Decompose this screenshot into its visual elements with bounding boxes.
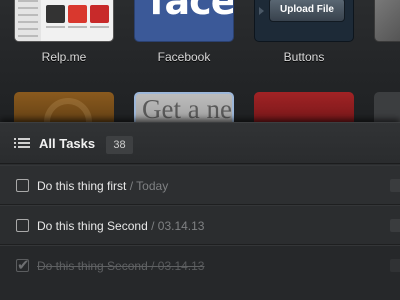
tasks-title: All Tasks: [39, 136, 96, 151]
app-label-facebook: Facebook: [157, 50, 211, 64]
task-row[interactable]: Do this thing Second / 03.14.13: [0, 205, 400, 245]
task-date: Today: [136, 179, 169, 193]
task-text: Do this thing first: [37, 179, 127, 193]
checkmark-icon: ✔: [17, 257, 30, 274]
row-edge-button[interactable]: [390, 219, 400, 232]
task-text: Do this thing Second: [37, 259, 148, 273]
task-date: 03.14.13: [157, 259, 205, 273]
app-label-buttons: Buttons: [283, 50, 325, 64]
facebook-logo-text: face: [149, 0, 234, 23]
task-count-badge: 38: [106, 136, 133, 154]
row-edge-button[interactable]: [390, 179, 400, 192]
task-label: Do this thing first / Today: [37, 179, 168, 193]
task-text: Do this thing Second: [37, 219, 148, 233]
row-edge-button[interactable]: [390, 259, 400, 272]
app-label-relp: Relp.me: [41, 50, 87, 64]
app-grid: Relp.me face Facebook Upload File Button…: [0, 0, 400, 132]
task-date: 03.14.13: [157, 219, 205, 233]
relp-thumb: [68, 5, 87, 23]
app-tile-partial[interactable]: [374, 0, 400, 42]
arrow-icon: [259, 7, 264, 15]
task-separator: /: [147, 219, 158, 233]
task-label: Do this thing Second / 03.14.13: [37, 219, 204, 233]
relp-thumb: [46, 5, 65, 23]
tasks-panel: All Tasks 38 Do this thing first / Today…: [0, 122, 400, 300]
relp-sidebar: [15, 0, 41, 41]
app-tile-facebook[interactable]: face: [134, 0, 234, 42]
app-tile-buttons[interactable]: Upload File: [254, 0, 354, 42]
task-separator: /: [126, 179, 137, 193]
tile-headline-text: Get a ne: [142, 94, 232, 124]
task-row[interactable]: Do this thing first / Today: [0, 165, 400, 205]
checkbox-icon[interactable]: [16, 219, 29, 232]
upload-file-button: Upload File: [269, 0, 345, 22]
checkbox-icon[interactable]: [16, 179, 29, 192]
relp-thumb: [90, 5, 109, 23]
tasks-header: All Tasks 38: [0, 123, 400, 164]
task-separator: /: [147, 259, 158, 273]
task-row-completed[interactable]: ✔ Do this thing Second / 03.14.13: [0, 245, 400, 300]
app-tile-relp[interactable]: [14, 0, 114, 42]
task-label: Do this thing Second / 03.14.13: [37, 259, 204, 273]
list-icon[interactable]: [14, 138, 30, 149]
